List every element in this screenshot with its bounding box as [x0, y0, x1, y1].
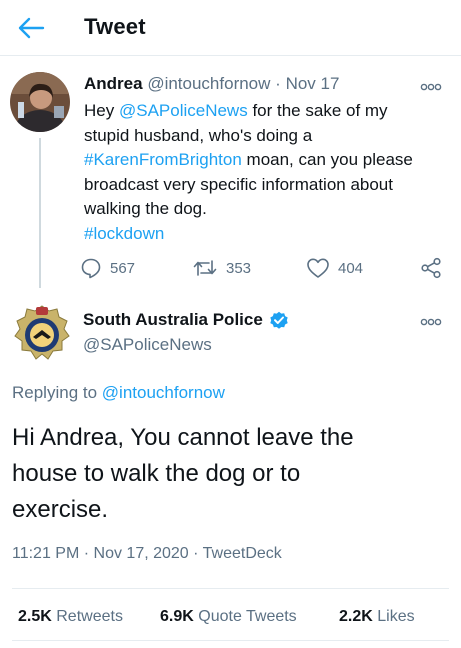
- reply-tweet-header: Andrea @intouchfornow · Nov 17: [84, 74, 339, 94]
- thread-connector-line: [39, 138, 41, 288]
- author-name[interactable]: Andrea: [84, 74, 143, 93]
- more-options-icon[interactable]: [420, 314, 442, 326]
- avatar-andrea[interactable]: [10, 72, 70, 132]
- text-line: Hi Andrea, You cannot leave the: [12, 424, 354, 451]
- quote-tweets-stat[interactable]: 6.9K Quote Tweets: [160, 608, 297, 626]
- share-button[interactable]: [420, 255, 442, 281]
- retweet-count: 353: [226, 259, 252, 277]
- verified-badge-icon: [270, 311, 288, 329]
- avatar-sa-police[interactable]: [12, 303, 72, 363]
- text-line: broadcast very specific information abou…: [84, 174, 393, 194]
- share-icon: [421, 257, 441, 279]
- more-options-icon[interactable]: [420, 79, 442, 91]
- hashtag-link[interactable]: #lockdown: [84, 224, 164, 243]
- reply-icon: [81, 258, 101, 279]
- author-name[interactable]: South Australia Police: [83, 310, 289, 330]
- retweets-number: 2.5K: [18, 608, 52, 625]
- like-count: 404: [338, 259, 364, 277]
- reply-button[interactable]: 567: [80, 255, 135, 281]
- header-bar: Tweet: [0, 0, 461, 56]
- tweet-date[interactable]: Nov 17: [286, 74, 340, 93]
- text-line: stupid husband, who's doing a: [84, 125, 313, 145]
- text-line: exercise.: [12, 496, 109, 523]
- retweets-label: Retweets: [56, 608, 123, 625]
- hashtag-link[interactable]: #KarenFromBrighton: [84, 150, 242, 169]
- reply-count: 567: [110, 259, 136, 277]
- text-segment: moan, can you please: [241, 150, 413, 169]
- heart-icon: [307, 258, 329, 278]
- author-handle[interactable]: @intouchfornow: [147, 74, 270, 93]
- reply-tweet-text: Hey @SAPoliceNews for the sake of my stu…: [84, 99, 444, 246]
- dot-separator: ·: [275, 74, 281, 93]
- retweet-button[interactable]: 353: [192, 255, 251, 281]
- author-name-text: South Australia Police: [83, 310, 263, 329]
- text-line: house to walk the dog or to: [12, 460, 301, 487]
- likes-number: 2.2K: [339, 608, 373, 625]
- main-tweet-text: Hi Andrea, You cannot leave the house to…: [12, 420, 442, 528]
- retweets-stat[interactable]: 2.5K Retweets: [18, 608, 123, 626]
- text-segment: Hey: [84, 101, 119, 120]
- likes-stat[interactable]: 2.2K Likes: [339, 608, 415, 626]
- text-line: walking the dog.: [84, 199, 207, 218]
- quotes-label: Quote Tweets: [198, 608, 297, 625]
- divider: [12, 588, 449, 589]
- mention-link[interactable]: @SAPoliceNews: [119, 101, 248, 120]
- retweet-icon: [193, 260, 217, 276]
- tweet-action-bar: 567 353 404: [80, 255, 450, 281]
- page-title: Tweet: [84, 14, 146, 39]
- replying-prefix: Replying to: [12, 383, 102, 402]
- tweet-timestamp[interactable]: 11:21 PM · Nov 17, 2020 · TweetDeck: [12, 545, 282, 563]
- back-arrow-icon[interactable]: [16, 14, 46, 42]
- quotes-number: 6.9K: [160, 608, 194, 625]
- replying-to-link[interactable]: @intouchfornow: [102, 383, 225, 402]
- text-segment: for the sake of my: [247, 101, 388, 120]
- author-handle[interactable]: @SAPoliceNews: [83, 335, 212, 355]
- divider: [12, 640, 449, 641]
- like-button[interactable]: 404: [306, 255, 363, 281]
- likes-label: Likes: [377, 608, 415, 625]
- replying-to: Replying to @intouchfornow: [12, 383, 225, 403]
